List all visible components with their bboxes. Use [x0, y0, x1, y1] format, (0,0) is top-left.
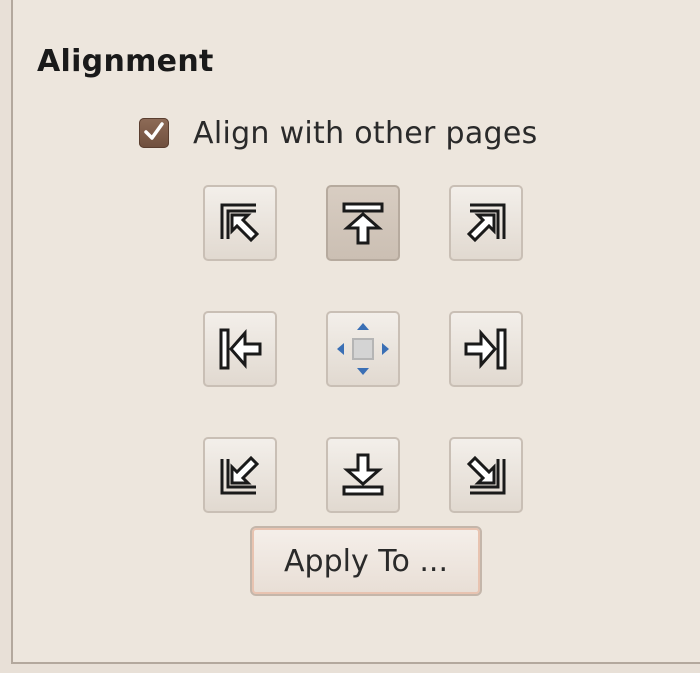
align-center-button[interactable]	[326, 311, 400, 387]
arrow-bottom-left-icon	[220, 455, 260, 495]
align-bottom-left-button[interactable]	[203, 437, 277, 513]
align-bottom-center-button[interactable]	[326, 437, 400, 513]
align-top-center-button[interactable]	[326, 185, 400, 261]
align-middle-left-button[interactable]	[203, 311, 277, 387]
checkmark-icon	[144, 122, 164, 140]
arrow-up-to-line-icon	[342, 202, 384, 245]
align-top-left-button[interactable]	[203, 185, 277, 261]
checkbox-label: Align with other pages	[193, 115, 538, 151]
align-with-other-pages-checkbox-row[interactable]: Align with other pages	[139, 113, 538, 153]
apply-to-button[interactable]: Apply To ...	[250, 526, 482, 596]
arrow-bottom-right-icon	[466, 455, 506, 495]
section-title: Alignment	[37, 44, 214, 79]
arrow-top-right-icon	[466, 203, 506, 243]
align-with-other-pages-checkbox[interactable]	[139, 118, 169, 148]
alignment-panel: Alignment Align with other pages Apply T…	[11, 0, 700, 664]
align-top-right-button[interactable]	[449, 185, 523, 261]
arrow-top-left-icon	[220, 203, 260, 243]
arrow-down-to-line-icon	[342, 453, 384, 496]
center-move-icon	[337, 323, 389, 375]
arrow-left-to-line-icon	[219, 328, 262, 370]
arrow-right-to-line-icon	[464, 328, 507, 370]
align-middle-right-button[interactable]	[449, 311, 523, 387]
align-bottom-right-button[interactable]	[449, 437, 523, 513]
